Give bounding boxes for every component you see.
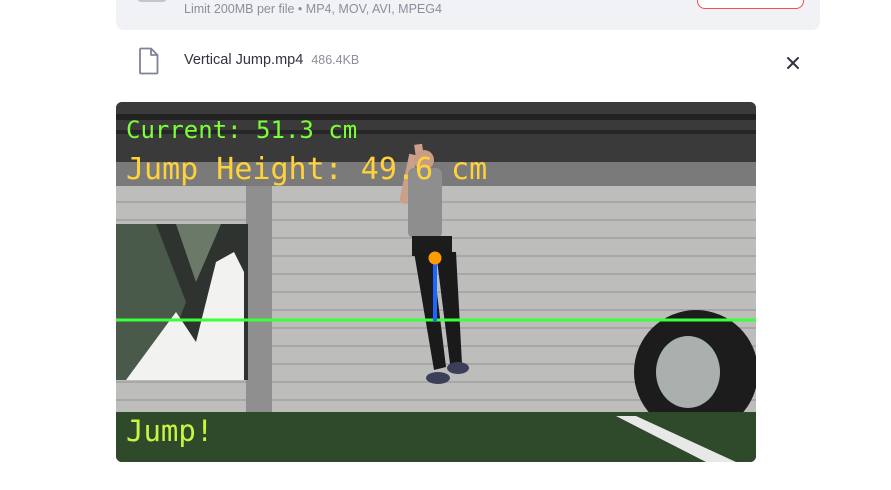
file-name-text: Vertical Jump.mp4 — [184, 52, 304, 68]
hip-marker-dot — [428, 251, 442, 265]
dropzone-limit-text: Limit 200MB per file • MP4, MOV, AVI, MP… — [184, 2, 442, 16]
file-icon — [139, 47, 159, 75]
video-frame[interactable]: Current: 51.3 cm Jump Height: 49.6 cm Ju… — [116, 102, 756, 462]
current-height-text: Current: 51.3 cm — [126, 116, 358, 144]
file-size: 486.4KB — [311, 53, 360, 67]
jump-height-text: Jump Height: 49.6 cm — [126, 152, 488, 187]
cloud-upload-icon — [136, 0, 168, 2]
file-name: Vertical Jump.mp4 486.4KB — [184, 52, 359, 68]
jump-status-text: Jump! — [126, 414, 214, 448]
file-dropzone[interactable]: Limit 200MB per file • MP4, MOV, AVI, MP… — [116, 0, 820, 30]
close-icon[interactable] — [782, 52, 804, 74]
browse-files-button[interactable] — [697, 0, 804, 9]
uploaded-file-row: Vertical Jump.mp4 486.4KB — [116, 44, 820, 80]
